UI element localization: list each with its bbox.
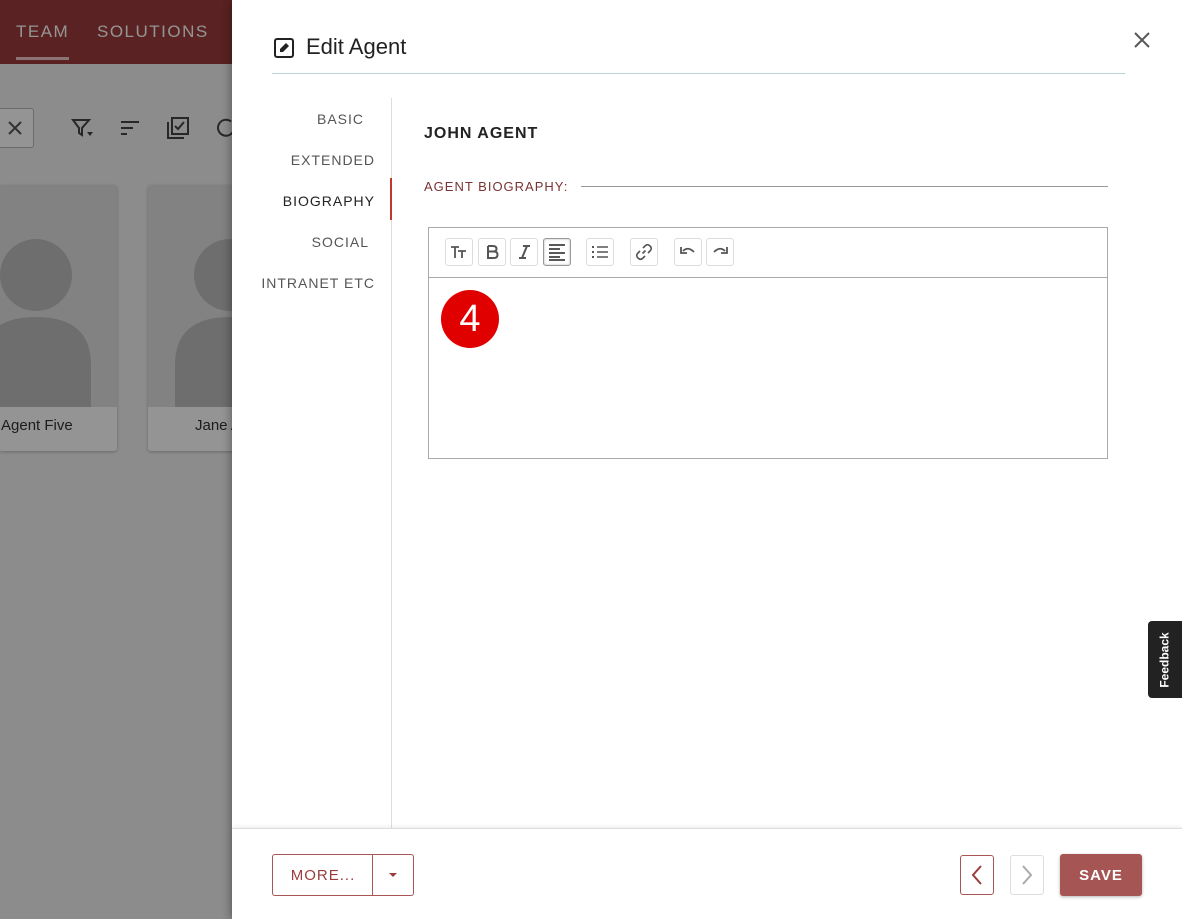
nav-item-intranet[interactable]: INTRANET ETC: [261, 275, 375, 291]
step-number-badge: 4: [441, 290, 499, 348]
close-icon[interactable]: [1130, 28, 1154, 52]
nav-item-social[interactable]: SOCIAL: [312, 234, 369, 250]
chevron-right-icon: [1022, 865, 1033, 885]
feedback-tab[interactable]: Feedback: [1148, 621, 1182, 698]
feedback-label: Feedback: [1158, 631, 1173, 688]
link-icon: [635, 243, 653, 261]
redo-button[interactable]: [706, 238, 734, 266]
italic-button[interactable]: [510, 238, 538, 266]
nav-item-basic[interactable]: BASIC: [317, 111, 364, 127]
next-button: [1010, 855, 1044, 895]
bold-button[interactable]: [478, 238, 506, 266]
nav-item-extended[interactable]: EXTENDED: [291, 152, 375, 168]
caret-down-icon: [389, 873, 397, 877]
editor-toolbar: [429, 228, 1107, 278]
link-button[interactable]: [630, 238, 658, 266]
section-nav: BASIC EXTENDED BIOGRAPHY SOCIAL INTRANET…: [261, 98, 392, 828]
save-button[interactable]: SAVE: [1060, 854, 1142, 896]
align-left-button[interactable]: [543, 238, 571, 266]
italic-icon: [519, 245, 530, 259]
dialog-header: Edit Agent: [272, 28, 1125, 74]
text-size-icon: [451, 246, 466, 258]
biography-text-area[interactable]: 4: [429, 278, 1107, 458]
dialog-footer: MORE... SAVE: [232, 828, 1182, 919]
bullet-list-button[interactable]: [586, 238, 614, 266]
divider: [581, 186, 1108, 187]
agent-name: JOHN AGENT: [424, 125, 539, 142]
rich-text-editor: 4: [428, 227, 1108, 459]
edit-icon: [274, 38, 294, 58]
page-title: Edit Agent: [306, 34, 407, 59]
previous-button[interactable]: [960, 855, 994, 895]
nav-item-biography[interactable]: BIOGRAPHY: [283, 193, 375, 209]
redo-icon: [713, 247, 728, 254]
edit-agent-drawer: Edit Agent BASIC EXTENDED BIOGRAPHY SOCI…: [232, 0, 1182, 919]
undo-icon: [680, 247, 695, 254]
chevron-left-icon: [971, 865, 982, 885]
active-nav-indicator: [390, 178, 392, 220]
list-icon: [592, 246, 608, 258]
more-dropdown-button[interactable]: [372, 854, 414, 896]
undo-button[interactable]: [674, 238, 702, 266]
bold-icon: [487, 245, 499, 259]
align-left-icon: [549, 244, 565, 261]
text-size-button[interactable]: [445, 238, 473, 266]
more-button[interactable]: MORE...: [272, 854, 373, 896]
biography-label: AGENT BIOGRAPHY:: [424, 179, 569, 194]
